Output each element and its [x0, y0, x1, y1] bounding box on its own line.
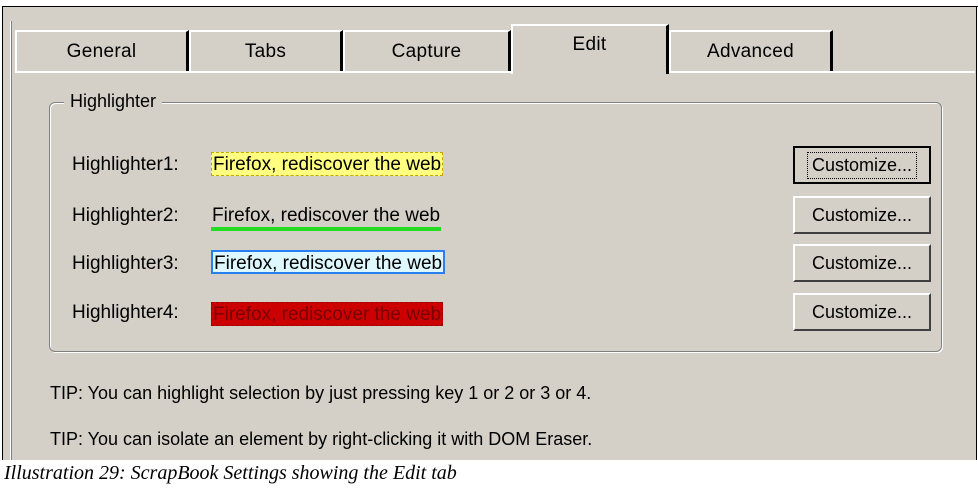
tab-baseline: [15, 71, 975, 73]
tab-tabs[interactable]: Tabs: [189, 30, 343, 72]
figure-caption: Illustration 29: ScrapBook Settings show…: [4, 462, 457, 484]
tab-advanced[interactable]: Advanced: [669, 30, 833, 72]
highlighter4-sample: Firefox, rediscover the web: [211, 302, 444, 326]
highlighter4-label: Highlighter4:: [72, 302, 179, 323]
dialog-edge: [10, 21, 12, 460]
highlighter2-sample: Firefox, rediscover the web: [211, 204, 442, 231]
tab-bar: General Tabs Capture Edit Advanced: [15, 24, 975, 74]
customize-highlighter4-button[interactable]: Customize...: [793, 293, 931, 331]
customize-highlighter1-label: Customize...: [806, 151, 918, 179]
customize-highlighter1-button[interactable]: Customize...: [793, 146, 931, 184]
highlighter1-label: Highlighter1:: [72, 154, 179, 175]
tab-general[interactable]: General: [15, 30, 189, 72]
highlighter3-label: Highlighter3:: [72, 253, 179, 274]
tip-highlight-keys: TIP: You can highlight selection by just…: [50, 383, 592, 403]
tab-capture[interactable]: Capture: [343, 30, 511, 72]
customize-highlighter2-button[interactable]: Customize...: [793, 196, 931, 234]
tip-dom-eraser: TIP: You can isolate an element by right…: [50, 429, 593, 449]
highlighter2-label: Highlighter2:: [72, 205, 179, 226]
highlighter-group-label: Highlighter: [64, 91, 163, 112]
page-frame-right: [976, 6, 977, 460]
highlighter3-sample: Firefox, rediscover the web: [211, 250, 446, 274]
customize-highlighter3-button[interactable]: Customize...: [793, 244, 931, 282]
highlighter1-sample: Firefox, rediscover the web: [211, 152, 444, 176]
tab-edit[interactable]: Edit: [511, 24, 669, 74]
